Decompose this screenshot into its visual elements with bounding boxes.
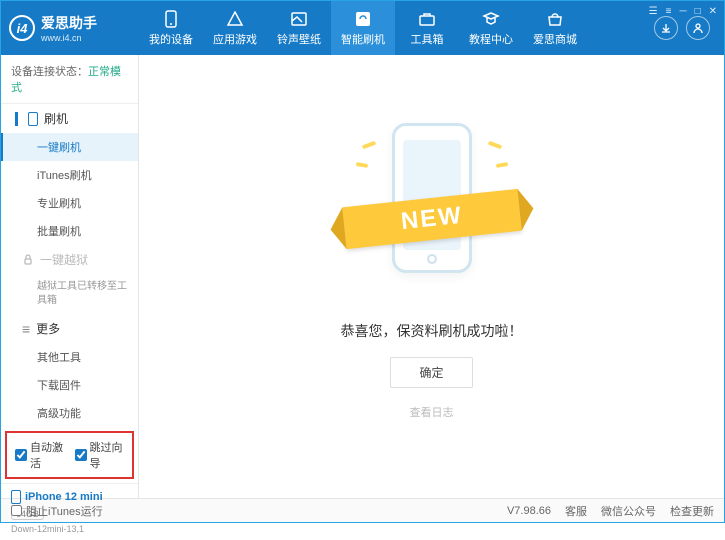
sidebar-header-jailbreak[interactable]: 一键越狱 xyxy=(1,245,138,274)
flash-icon xyxy=(354,10,372,28)
lock-icon xyxy=(22,254,34,266)
wechat-link[interactable]: 微信公众号 xyxy=(601,503,656,519)
sidebar-item-download[interactable]: 下载固件 xyxy=(1,371,138,399)
checkbox-auto-activate[interactable]: 自动激活 xyxy=(15,439,65,471)
main-content: NEW 恭喜您，保资料刷机成功啦！ 确定 查看日志 xyxy=(139,55,724,498)
sidebar-item-other[interactable]: 其他工具 xyxy=(1,343,138,371)
jailbreak-note: 越狱工具已转移至工具箱 xyxy=(1,274,138,314)
nav-tutorial[interactable]: 教程中心 xyxy=(459,1,523,55)
success-message: 恭喜您，保资料刷机成功啦！ xyxy=(341,321,523,341)
main-nav: 我的设备 应用游戏 铃声壁纸 智能刷机 工具箱 教程中心 爱思商城 xyxy=(139,1,654,55)
block-itunes-checkbox[interactable]: 阻止iTunes运行 xyxy=(11,503,103,519)
logo-area: i4 爱思助手 www.i4.cn xyxy=(9,13,139,43)
device-meta: Down-12mini-13,1 xyxy=(11,524,128,534)
connection-status: 设备连接状态：正常模式 xyxy=(1,55,138,104)
minimize-icon[interactable]: ─ xyxy=(679,6,686,17)
more-icon: ≡ xyxy=(22,321,30,337)
app-header: i4 爱思助手 www.i4.cn 我的设备 应用游戏 铃声壁纸 智能刷机 工具… xyxy=(1,1,724,55)
nav-my-device[interactable]: 我的设备 xyxy=(139,1,203,55)
view-log-link[interactable]: 查看日志 xyxy=(410,404,454,420)
phone-illustration: NEW xyxy=(362,113,502,293)
close-icon[interactable]: ✕ xyxy=(709,6,717,17)
nav-flash[interactable]: 智能刷机 xyxy=(331,1,395,55)
sidebar-item-advanced[interactable]: 高级功能 xyxy=(1,399,138,427)
sidebar-item-itunes[interactable]: iTunes刷机 xyxy=(1,161,138,189)
skin-icon[interactable]: ☰ xyxy=(649,6,658,17)
nav-apps[interactable]: 应用游戏 xyxy=(203,1,267,55)
device-icon xyxy=(162,10,180,28)
maximize-icon[interactable]: □ xyxy=(695,6,701,17)
nav-toolbox[interactable]: 工具箱 xyxy=(395,1,459,55)
checkbox-skip-guide[interactable]: 跳过向导 xyxy=(75,439,125,471)
store-icon xyxy=(546,10,564,28)
tutorial-icon xyxy=(482,10,500,28)
menu-icon[interactable]: ≡ xyxy=(666,6,672,17)
app-name: 爱思助手 xyxy=(41,13,97,33)
phone-icon xyxy=(28,112,38,126)
nav-store[interactable]: 爱思商城 xyxy=(523,1,587,55)
version-label: V7.98.66 xyxy=(507,505,551,517)
sidebar-item-oneclick[interactable]: 一键刷机 xyxy=(1,133,138,161)
user-button[interactable] xyxy=(686,16,710,40)
sidebar-item-batch[interactable]: 批量刷机 xyxy=(1,217,138,245)
sidebar-header-flash[interactable]: 刷机 xyxy=(1,104,138,133)
nav-ringtones[interactable]: 铃声壁纸 xyxy=(267,1,331,55)
new-banner: NEW xyxy=(342,189,521,249)
download-button[interactable] xyxy=(654,16,678,40)
app-url: www.i4.cn xyxy=(41,33,97,43)
apps-icon xyxy=(226,10,244,28)
sidebar-header-more[interactable]: ≡ 更多 xyxy=(1,314,138,343)
wallpaper-icon xyxy=(290,10,308,28)
confirm-button[interactable]: 确定 xyxy=(390,357,472,388)
checkbox-group: 自动激活 跳过向导 xyxy=(5,431,134,479)
toolbox-icon xyxy=(418,10,436,28)
sidebar: 设备连接状态：正常模式 刷机 一键刷机 iTunes刷机 专业刷机 批量刷机 一… xyxy=(1,55,139,498)
service-link[interactable]: 客服 xyxy=(565,503,587,519)
update-link[interactable]: 检查更新 xyxy=(670,503,714,519)
sidebar-item-pro[interactable]: 专业刷机 xyxy=(1,189,138,217)
logo-icon: i4 xyxy=(9,15,35,41)
